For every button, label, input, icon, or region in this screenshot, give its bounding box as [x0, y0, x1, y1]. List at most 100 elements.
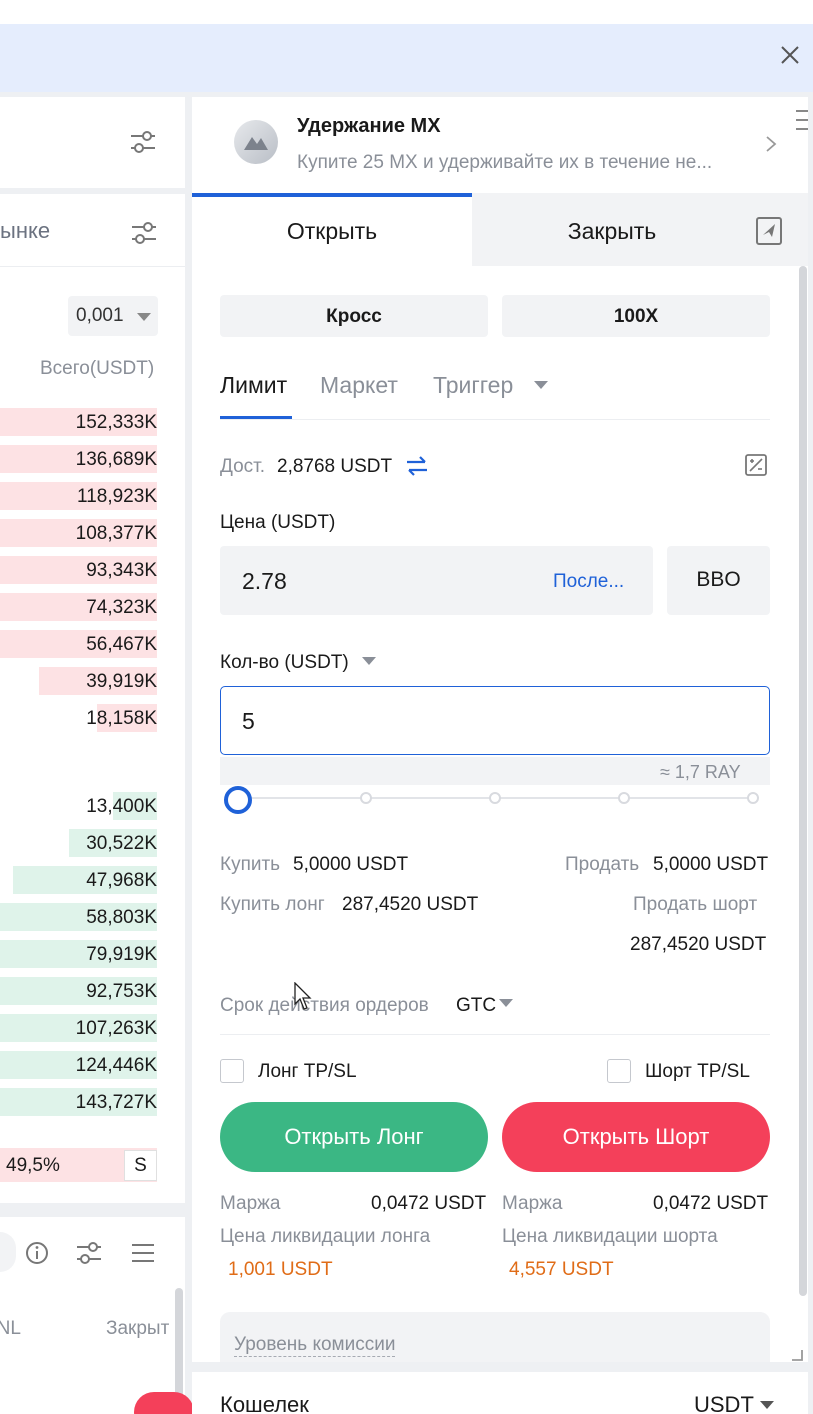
bbo-button[interactable]: BBO	[667, 546, 770, 615]
chevron-down-icon[interactable]	[362, 657, 376, 665]
orderbook-section-label: ынке	[0, 218, 51, 243]
available-label: Дост.	[220, 456, 266, 477]
bid-row[interactable]: 13,400K	[0, 790, 157, 822]
short-tpsl-checkbox[interactable]	[607, 1059, 631, 1083]
send-icon[interactable]	[754, 215, 784, 247]
divider	[220, 419, 770, 420]
long-liquidation-value: 1,001 USDT	[228, 1259, 333, 1280]
bid-row[interactable]: 58,803K	[0, 901, 157, 933]
ratio-percent: 49,5%	[6, 1155, 60, 1176]
last-price-button[interactable]: После...	[553, 571, 624, 593]
promo-title[interactable]: Удержание MX	[297, 115, 441, 138]
price-value[interactable]: 2.78	[242, 568, 287, 595]
total-value: 30,522K	[86, 833, 157, 854]
fee-level-label[interactable]: Уровень комиссии	[234, 1334, 396, 1357]
buy-long-label: Купить лонг	[220, 894, 325, 915]
quick-close-button[interactable]	[134, 1392, 194, 1414]
wallet-currency-select[interactable]: USDT	[694, 1392, 754, 1414]
tab-trigger[interactable]: Триггер	[433, 372, 513, 399]
bid-row[interactable]: 143,727K	[0, 1086, 157, 1118]
tab-limit[interactable]: Лимит	[220, 372, 287, 399]
slider-step[interactable]	[489, 792, 501, 804]
section-divider	[192, 1362, 808, 1372]
ask-row[interactable]: 136,689K	[0, 443, 157, 475]
tab-market[interactable]: Маркет	[320, 372, 398, 399]
section-divider	[0, 1203, 185, 1217]
settings-sliders-icon[interactable]	[74, 1238, 104, 1268]
tab-open[interactable]: Открыть	[192, 218, 472, 245]
quantity-value[interactable]: 5	[242, 708, 255, 735]
short-margin-value: 0,0472 USDT	[653, 1193, 769, 1214]
sell-short-value: 287,4520 USDT	[630, 934, 767, 955]
chevron-right-icon[interactable]	[764, 134, 778, 154]
resize-handle-icon[interactable]	[788, 1346, 804, 1362]
section-divider	[0, 188, 185, 194]
tab-close[interactable]: Закрыть	[472, 218, 752, 245]
notice-banner	[0, 24, 813, 92]
ask-row[interactable]: 118,923K	[0, 480, 157, 512]
precision-value: 0,001	[76, 305, 124, 326]
chevron-down-icon[interactable]	[760, 1401, 774, 1409]
price-label: Цена (USDT)	[220, 512, 336, 533]
ask-row[interactable]: 152,333K	[0, 406, 157, 438]
total-value: 39,919K	[86, 671, 157, 692]
precision-select[interactable]: 0,001	[68, 296, 158, 336]
quantity-input[interactable]	[220, 686, 770, 755]
bid-row[interactable]: 47,968K	[0, 864, 157, 896]
promo-description[interactable]: Купите 25 MX и удерживайте их в течение …	[297, 152, 712, 174]
short-liquidation-value: 4,557 USDT	[509, 1259, 614, 1280]
ask-row[interactable]: 56,467K	[0, 628, 157, 660]
chevron-down-icon	[136, 313, 151, 321]
quantity-label[interactable]: Кол-во (USDT)	[220, 652, 349, 674]
time-in-force-label[interactable]: Срок действия ордеров	[220, 995, 429, 1017]
leverage-button[interactable]: 100X	[502, 295, 770, 337]
calculator-icon[interactable]	[744, 453, 768, 477]
ask-row[interactable]: 108,377K	[0, 517, 157, 549]
close-icon[interactable]	[777, 42, 803, 68]
bid-row[interactable]: 124,446K	[0, 1049, 157, 1081]
long-tpsl-label[interactable]: Лонг TP/SL	[258, 1061, 357, 1083]
bid-row[interactable]: 79,919K	[0, 938, 157, 970]
ask-row[interactable]: 93,343K	[0, 554, 157, 586]
mouse-cursor-icon	[294, 982, 312, 1010]
ask-row[interactable]: 18,158K	[0, 702, 157, 734]
slider-step[interactable]	[618, 792, 630, 804]
open-short-button[interactable]: Открыть Шорт	[502, 1102, 770, 1172]
chevron-down-icon[interactable]	[534, 381, 548, 389]
drag-handle-icon[interactable]	[796, 108, 808, 132]
long-margin-label: Маржа	[220, 1193, 281, 1214]
slider-thumb[interactable]	[224, 786, 252, 814]
slider-step[interactable]	[747, 792, 759, 804]
total-value: 58,803K	[86, 907, 157, 928]
total-value: 79,919K	[86, 944, 157, 965]
buy-value: 5,0000 USDT	[293, 854, 409, 875]
ask-row[interactable]: 74,323K	[0, 591, 157, 623]
bid-row[interactable]: 30,522K	[0, 827, 157, 859]
total-value: 47,968K	[86, 870, 157, 891]
menu-icon[interactable]	[128, 1238, 158, 1268]
open-long-button[interactable]: Открыть Лонг	[220, 1102, 488, 1172]
info-icon[interactable]	[22, 1238, 52, 1268]
short-tpsl-label[interactable]: Шорт TP/SL	[645, 1061, 750, 1083]
settings-sliders-icon[interactable]	[129, 218, 159, 248]
divider	[220, 1034, 770, 1035]
ask-row[interactable]: 39,919K	[0, 665, 157, 697]
scrollbar[interactable]	[799, 266, 807, 1296]
long-margin-value: 0,0472 USDT	[371, 1193, 487, 1214]
sell-label: Продать	[565, 854, 640, 875]
bid-row[interactable]: 107,263K	[0, 1012, 157, 1044]
total-value: 108,377K	[75, 523, 157, 544]
bid-row[interactable]: 92,753K	[0, 975, 157, 1007]
long-tpsl-checkbox[interactable]	[220, 1059, 244, 1083]
time-in-force-value[interactable]: GTC	[456, 995, 496, 1017]
slider-step[interactable]	[360, 792, 372, 804]
filter-icon[interactable]	[128, 127, 158, 157]
approx-amount: ≈ 1,7 RAY	[660, 762, 741, 782]
total-value: 107,263K	[75, 1018, 157, 1039]
short-liquidation-label: Цена ликвидации шорта	[502, 1226, 718, 1247]
short-margin-label: Маржа	[502, 1193, 563, 1214]
margin-mode-button[interactable]: Кросс	[220, 295, 488, 337]
chevron-down-icon[interactable]	[499, 999, 513, 1007]
transfer-icon[interactable]	[404, 454, 430, 478]
top-strip	[0, 0, 813, 24]
